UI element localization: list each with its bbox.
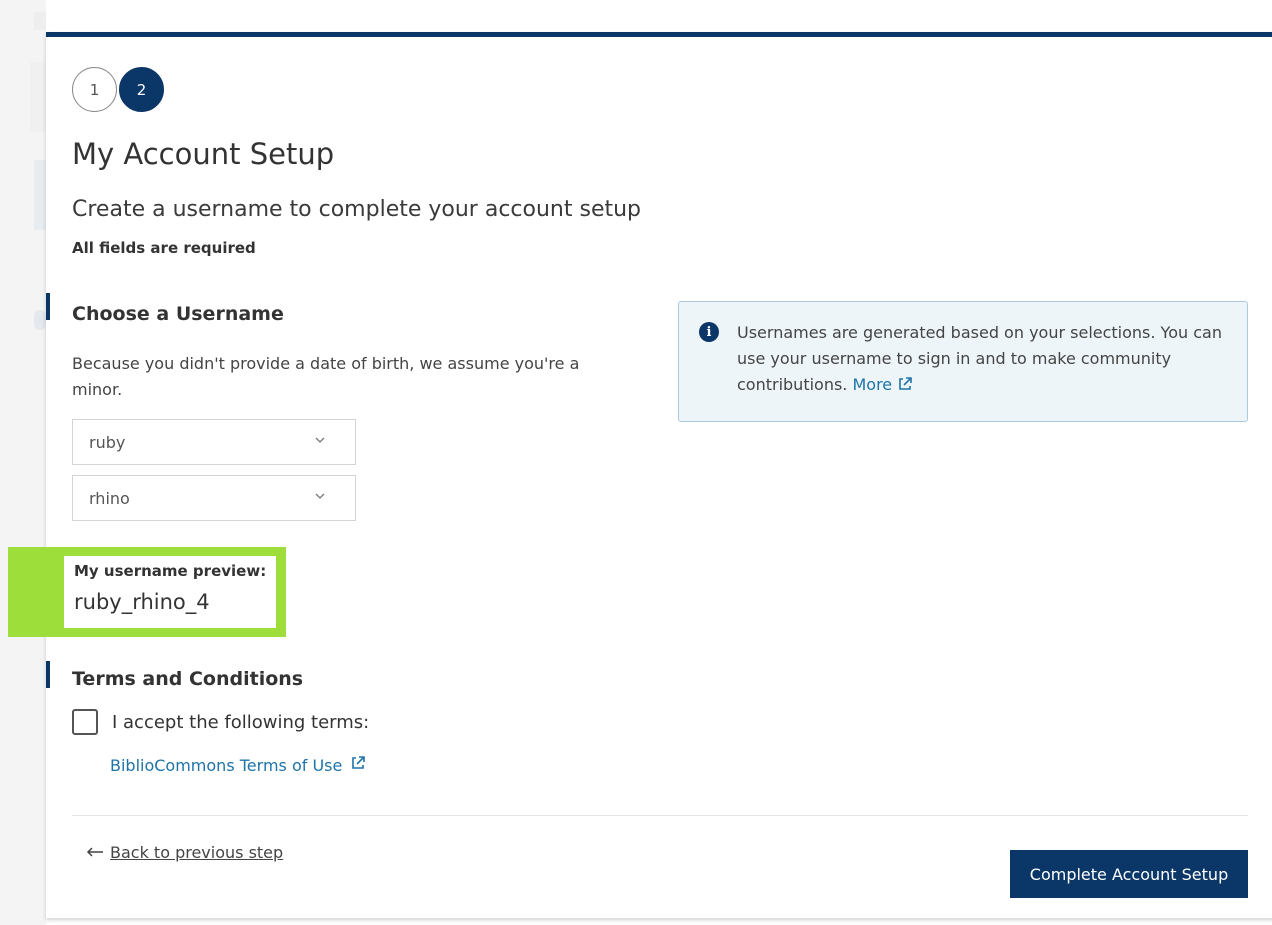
select-value: rhino xyxy=(89,488,130,508)
page-title: My Account Setup xyxy=(72,137,335,171)
accept-terms-label: I accept the following terms: xyxy=(112,711,370,733)
page-subtitle: Create a username to complete your accou… xyxy=(72,197,642,222)
terms-of-use-link[interactable]: BiblioCommons Terms of Use xyxy=(110,755,366,775)
info-text: Usernames are generated based on your se… xyxy=(737,320,1232,400)
section-accent-bar xyxy=(46,661,50,688)
info-message: Usernames are generated based on your se… xyxy=(737,323,1222,394)
username-info-box: i Usernames are generated based on your … xyxy=(678,301,1248,422)
complete-account-setup-button[interactable]: Complete Account Setup xyxy=(1010,850,1248,898)
page: 1 2 My Account Setup Create a username t… xyxy=(0,0,1272,925)
background-ghost xyxy=(34,160,46,230)
username-section-heading: Choose a Username xyxy=(72,303,284,325)
back-to-previous-step-link[interactable]: Back to previous step xyxy=(86,843,283,862)
accept-terms-checkbox[interactable] xyxy=(72,709,98,735)
username-section-description: Because you didn't provide a date of bir… xyxy=(72,354,580,399)
background-ghost xyxy=(34,310,46,330)
stepper: 1 2 xyxy=(72,67,164,112)
chevron-down-icon xyxy=(315,434,325,448)
chevron-down-icon xyxy=(315,490,325,504)
step-1: 1 xyxy=(72,67,117,112)
select-value: ruby xyxy=(89,432,126,452)
username-preview-value: ruby_rhino_4 xyxy=(74,590,210,614)
username-adjective-select[interactable]: ruby xyxy=(72,419,356,465)
step-2-current: 2 xyxy=(119,67,164,112)
background-ghost xyxy=(34,12,46,30)
accept-terms-checkbox-row[interactable]: I accept the following terms: xyxy=(72,709,369,735)
required-note: All fields are required xyxy=(72,239,256,257)
arrow-left-icon xyxy=(86,843,104,862)
background-ghost xyxy=(30,62,46,132)
username-preview: My username preview: ruby_rhino_4 xyxy=(64,556,276,628)
more-link-label: More xyxy=(852,375,893,394)
section-accent-bar xyxy=(46,293,50,320)
username-preview-label: My username preview: xyxy=(74,562,267,580)
external-link-icon xyxy=(350,755,366,775)
external-link-icon xyxy=(897,374,913,400)
background-page-edge xyxy=(0,0,46,925)
back-link-label: Back to previous step xyxy=(110,843,284,862)
terms-of-use-label: BiblioCommons Terms of Use xyxy=(110,755,343,775)
terms-section-heading: Terms and Conditions xyxy=(72,668,304,690)
more-link[interactable]: More xyxy=(852,375,913,394)
footer-divider xyxy=(72,815,1248,816)
account-setup-modal: 1 2 My Account Setup Create a username t… xyxy=(8,32,1272,918)
username-preview-highlight: My username preview: ruby_rhino_4 xyxy=(8,547,286,637)
username-noun-select[interactable]: rhino xyxy=(72,475,356,521)
info-icon: i xyxy=(699,322,719,342)
